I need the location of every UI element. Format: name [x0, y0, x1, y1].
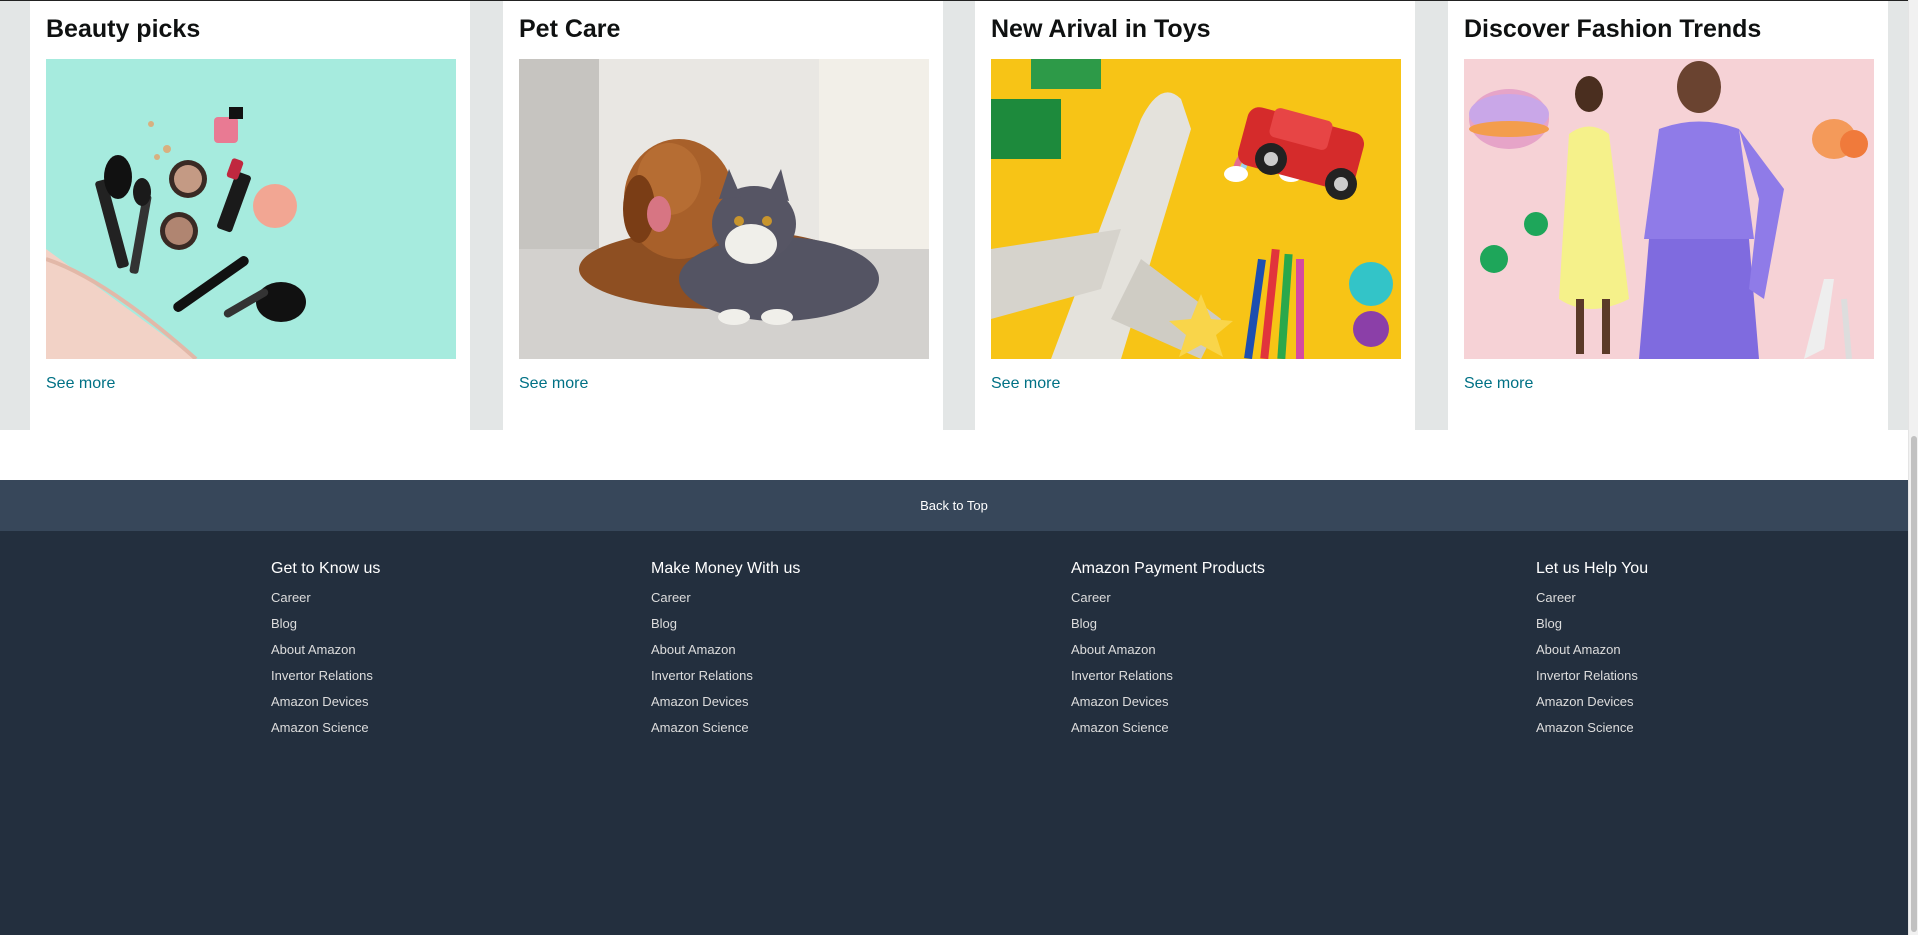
card-beauty-picks: Beauty picks See more [30, 1, 470, 431]
footer-heading: Let us Help You [1536, 560, 1649, 577]
back-to-top-button[interactable]: Back to Top [0, 480, 1908, 531]
card-title: New Arival in Toys [991, 15, 1211, 43]
footer-link-investor-relations[interactable]: Invertor Relations [1071, 668, 1265, 694]
footer-link-blog[interactable]: Blog [1071, 616, 1265, 642]
card-title: Beauty picks [46, 15, 201, 43]
footer-link-amazon-devices[interactable]: Amazon Devices [1071, 694, 1265, 720]
footer-link-investor-relations[interactable]: Invertor Relations [1536, 668, 1648, 694]
see-more-link[interactable]: See more [1464, 375, 1533, 393]
footer-link-list: Career Blog About Amazon Invertor Relati… [1071, 590, 1265, 746]
footer-link-investor-relations[interactable]: Invertor Relations [651, 668, 800, 694]
see-more-link[interactable]: See more [46, 375, 115, 393]
fashion-models-image[interactable] [1464, 59, 1874, 359]
footer-link-investor-relations[interactable]: Invertor Relations [271, 668, 380, 694]
footer-link-about-amazon[interactable]: About Amazon [1536, 642, 1648, 668]
footer: Get to Know us Career Blog About Amazon … [0, 531, 1908, 935]
footer-link-about-amazon[interactable]: About Amazon [1071, 642, 1265, 668]
dog-and-cat-image[interactable] [519, 59, 929, 359]
category-cards-section: Beauty picks See more Pet Care See more … [0, 0, 1908, 431]
card-title: Discover Fashion Trends [1464, 15, 1762, 43]
footer-link-blog[interactable]: Blog [1536, 616, 1648, 642]
footer-link-career[interactable]: Career [271, 590, 380, 616]
cosmetics-bag-image[interactable] [46, 59, 456, 359]
footer-column-let-us-help-you: Let us Help You Career Blog About Amazon… [1536, 560, 1648, 746]
footer-heading: Amazon Payment Products [1071, 560, 1265, 577]
card-fashion-trends: Discover Fashion Trends See more [1448, 1, 1888, 431]
footer-heading: Make Money With us [651, 560, 801, 577]
footer-column-make-money-with-us: Make Money With us Career Blog About Ama… [651, 560, 800, 746]
footer-link-amazon-devices[interactable]: Amazon Devices [651, 694, 800, 720]
footer-link-list: Career Blog About Amazon Invertor Relati… [651, 590, 800, 746]
footer-link-blog[interactable]: Blog [651, 616, 800, 642]
footer-link-career[interactable]: Career [1071, 590, 1265, 616]
footer-link-list: Career Blog About Amazon Invertor Relati… [1536, 590, 1648, 746]
see-more-link[interactable]: See more [991, 375, 1060, 393]
footer-link-amazon-science[interactable]: Amazon Science [1536, 720, 1648, 746]
footer-link-amazon-science[interactable]: Amazon Science [271, 720, 380, 746]
footer-link-career[interactable]: Career [651, 590, 800, 616]
footer-heading: Get to Know us [271, 560, 381, 577]
toys-image[interactable] [991, 59, 1401, 359]
footer-link-amazon-science[interactable]: Amazon Science [1071, 720, 1265, 746]
footer-column-get-to-know-us: Get to Know us Career Blog About Amazon … [271, 560, 380, 746]
footer-link-career[interactable]: Career [1536, 590, 1648, 616]
page: Beauty picks See more Pet Care See more … [0, 0, 1908, 935]
footer-link-about-amazon[interactable]: About Amazon [651, 642, 800, 668]
vertical-scrollbar[interactable] [1908, 0, 1918, 935]
footer-link-blog[interactable]: Blog [271, 616, 380, 642]
scrollbar-thumb[interactable] [1911, 436, 1917, 932]
footer-link-amazon-science[interactable]: Amazon Science [651, 720, 800, 746]
footer-link-list: Career Blog About Amazon Invertor Relati… [271, 590, 380, 746]
card-title: Pet Care [519, 15, 621, 43]
footer-link-amazon-devices[interactable]: Amazon Devices [271, 694, 380, 720]
see-more-link[interactable]: See more [519, 375, 588, 393]
footer-link-amazon-devices[interactable]: Amazon Devices [1536, 694, 1648, 720]
footer-link-about-amazon[interactable]: About Amazon [271, 642, 380, 668]
card-pet-care: Pet Care See more [503, 1, 943, 431]
footer-column-amazon-payment-products: Amazon Payment Products Career Blog Abou… [1071, 560, 1265, 746]
card-new-arrival-toys: New Arival in Toys See more [975, 1, 1415, 431]
